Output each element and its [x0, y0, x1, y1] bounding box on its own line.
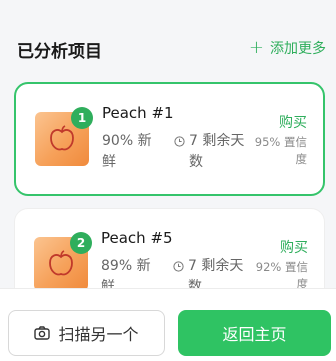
item-name: Peach #5	[101, 229, 173, 247]
camera-icon	[34, 326, 51, 340]
buy-link[interactable]: 购买	[280, 237, 308, 257]
days-remaining: 7 剩余天数	[174, 131, 255, 173]
clock-icon	[173, 261, 184, 272]
scan-another-button[interactable]: 扫描另一个	[8, 310, 165, 356]
return-home-button[interactable]: 返回主页	[178, 310, 331, 356]
scan-another-label: 扫描另一个	[58, 325, 139, 344]
analyzed-items-header: 已分析项目 + 添加更多	[0, 0, 336, 90]
item-name: Peach #1	[102, 104, 174, 122]
buy-link[interactable]: 购买	[279, 112, 307, 132]
freshness-value: 90% 新鲜	[102, 133, 152, 170]
add-more-button[interactable]: + 添加更多	[249, 38, 326, 58]
bottom-action-bar: 扫描另一个 返回主页	[0, 288, 336, 361]
section-title: 已分析项目	[17, 42, 102, 62]
rank-badge: 2	[70, 232, 92, 254]
days-remaining-text: 7 剩余天数	[189, 133, 245, 170]
apple-icon	[50, 125, 74, 151]
plus-icon: +	[248, 37, 264, 58]
return-home-label: 返回主页	[222, 325, 287, 344]
rank-badge: 1	[71, 107, 93, 129]
confidence-value: 95% 置信度	[254, 135, 307, 166]
analyzed-item-card[interactable]: 1 Peach #1 90% 新鲜 7 剩余天数 购买 95% 置信度	[14, 82, 325, 196]
apple-icon	[49, 250, 73, 276]
add-more-label: 添加更多	[270, 41, 326, 57]
clock-icon	[174, 136, 185, 147]
